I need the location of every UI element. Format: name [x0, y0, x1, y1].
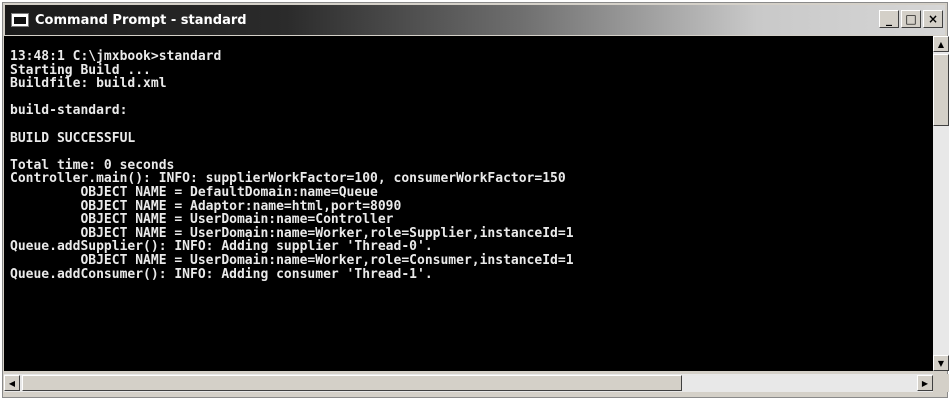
console-output-area[interactable]: 13:48:1 C:\jmxbook>standard Starting Buil…	[4, 36, 933, 371]
left-arrow-icon: ◀	[8, 378, 16, 388]
console-line: Buildfile: build.xml	[10, 76, 167, 92]
maximize-button[interactable]: □	[901, 10, 921, 28]
console-line: build-standard:	[10, 103, 128, 119]
console-line: BUILD SUCCESSFUL	[10, 130, 136, 146]
horizontal-scroll-thumb[interactable]	[22, 375, 682, 391]
console-line: 13:48:1 C:\jmxbook>standard	[10, 49, 222, 64]
down-arrow-icon: ▼	[937, 358, 945, 368]
scroll-left-button[interactable]: ◀	[4, 375, 20, 391]
up-arrow-icon: ▲	[937, 39, 945, 49]
console-line: OBJECT NAME = UserDomain:name=Worker,rol…	[10, 225, 574, 241]
vertical-scrollbar[interactable]: ▲ ▼	[933, 36, 949, 371]
console-line: Queue.addConsumer(): INFO: Adding consum…	[10, 266, 433, 282]
vertical-scroll-thumb[interactable]	[933, 54, 949, 126]
right-arrow-icon: ▶	[921, 378, 929, 388]
window-controls: _ □ ×	[879, 10, 943, 28]
window-title: Command Prompt - standard	[35, 12, 247, 28]
title-bar[interactable]: Command Prompt - standard _ □ ×	[5, 5, 945, 35]
scroll-right-button[interactable]: ▶	[917, 375, 933, 391]
close-button[interactable]: ×	[923, 10, 943, 28]
console-icon[interactable]	[11, 13, 29, 27]
console-line: Controller.main(): INFO: supplierWorkFac…	[10, 171, 566, 187]
console-line: OBJECT NAME = UserDomain:name=Worker,rol…	[10, 252, 574, 268]
console-line: Starting Build ...	[10, 62, 151, 78]
scroll-up-button[interactable]: ▲	[933, 36, 949, 52]
scrollbar-corner	[933, 374, 949, 392]
console-line: OBJECT NAME = DefaultDomain:name=Queue	[10, 184, 378, 200]
console-output: 13:48:1 C:\jmxbook>standard Starting Buil…	[10, 50, 574, 281]
horizontal-scrollbar[interactable]: ◀ ▶	[4, 374, 933, 392]
console-line: OBJECT NAME = Adaptor:name=html,port=809…	[10, 198, 402, 214]
console-line: OBJECT NAME = UserDomain:name=Controller	[10, 212, 394, 228]
console-line: Total time: 0 seconds	[10, 157, 175, 173]
scroll-down-button[interactable]: ▼	[933, 355, 949, 371]
console-line: Queue.addSupplier(): INFO: Adding suppli…	[10, 239, 433, 255]
minimize-button[interactable]: _	[879, 10, 899, 28]
